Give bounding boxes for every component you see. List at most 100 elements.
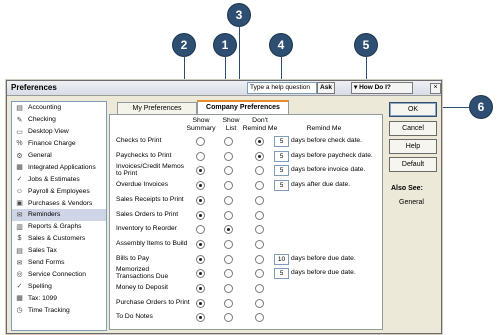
sidebar-item-spelling[interactable]: ✓ Spelling: [12, 280, 106, 292]
reminder-row-label: To Do Notes: [116, 313, 153, 321]
remind-days-input[interactable]: 5: [274, 136, 289, 147]
sidebar-item-label: Checking: [28, 116, 56, 124]
radio-dont-remind[interactable]: [255, 166, 264, 176]
radio-show-list[interactable]: [224, 137, 233, 146]
sidebar-item-label: Finance Charge: [28, 140, 76, 148]
remind-days-input[interactable]: 5: [274, 150, 289, 162]
remind-days-text: days before paycheck date.: [291, 151, 373, 159]
callout-5: 5: [355, 34, 377, 56]
preferences-category-list[interactable]: ▤ Accounting ✎ Checking ▭ Desktop View% Financ…: [11, 101, 107, 331]
radio-dont-remind[interactable]: [255, 298, 264, 308]
radio-show-list[interactable]: [224, 225, 233, 235]
help-question-input[interactable]: Type a help question: [247, 82, 317, 94]
reminder-row-label: Purchase Orders to Print: [116, 298, 190, 306]
remind-days-text: days before check date.: [291, 137, 363, 144]
sidebar-item-label: Reminders: [28, 211, 61, 219]
radio-dont-remind[interactable]: [255, 181, 264, 191]
radio-show-list[interactable]: [224, 298, 233, 308]
sidebar-item-service-connection[interactable]: ◎ Service Connection: [12, 268, 106, 280]
column-show-summary: Show Summary: [186, 117, 216, 132]
reminder-row-label: Invoices/Credit Memos to Print: [116, 163, 185, 178]
radio-dont-remind[interactable]: [255, 195, 264, 205]
radio-show-summary[interactable]: [196, 239, 205, 249]
radio-dont-remind[interactable]: [255, 137, 264, 146]
sidebar-item-label: Tax: 1099: [28, 294, 57, 302]
radio-show-summary[interactable]: [196, 137, 205, 146]
radio-show-list[interactable]: [224, 210, 233, 220]
sidebar-item-general[interactable]: ⚙ General: [12, 150, 106, 162]
tax-1099-icon: ▦: [16, 295, 23, 303]
sidebar-item-reports-graphs[interactable]: ▥ Reports & Graphs: [12, 221, 106, 233]
callout-2: 2: [173, 34, 195, 56]
radio-dont-remind[interactable]: [255, 269, 264, 279]
cancel-button[interactable]: Cancel: [389, 121, 437, 136]
radio-show-summary[interactable]: [196, 269, 205, 279]
remind-days-text: days after due date.: [291, 181, 351, 189]
sidebar-item-label: Sales Tax: [28, 247, 57, 255]
sidebar-item-desktop-view[interactable]: ▭ Desktop View: [12, 126, 106, 138]
remind-days-input[interactable]: 5: [274, 180, 289, 192]
radio-show-summary[interactable]: [196, 195, 205, 205]
radio-show-summary[interactable]: [196, 210, 205, 220]
radio-show-list[interactable]: [224, 239, 233, 249]
radio-show-summary[interactable]: [196, 284, 205, 293]
also-see-general-link[interactable]: General: [399, 199, 424, 206]
general-icon: ⚙: [16, 152, 23, 160]
radio-show-list[interactable]: [224, 151, 233, 161]
sidebar-item-jobs-estimates[interactable]: ✓ Jobs & Estimates: [12, 173, 106, 185]
radio-dont-remind[interactable]: [255, 225, 264, 235]
radio-show-summary[interactable]: [196, 181, 205, 191]
radio-show-list[interactable]: [224, 284, 233, 293]
sidebar-item-finance-charge[interactable]: % Finance Charge: [12, 138, 106, 150]
radio-dont-remind[interactable]: [255, 284, 264, 293]
remind-days-input[interactable]: 5: [274, 268, 289, 280]
sidebar-item-send-forms[interactable]: ✉ Send Forms: [12, 257, 106, 269]
sidebar-item-time-tracking[interactable]: ◷ Time Tracking: [12, 304, 106, 316]
reminders-icon: ✉: [16, 211, 23, 219]
radio-show-summary[interactable]: [196, 254, 205, 264]
radio-show-list[interactable]: [224, 181, 233, 191]
radio-show-summary[interactable]: [196, 298, 205, 308]
radio-show-list[interactable]: [224, 195, 233, 205]
spelling-icon: ✓: [16, 283, 23, 291]
remind-days-input[interactable]: 10: [274, 253, 289, 265]
radio-show-list[interactable]: [224, 254, 233, 264]
radio-show-summary[interactable]: [196, 151, 205, 161]
radio-show-summary[interactable]: [196, 313, 205, 323]
sidebar-item-tax-1099[interactable]: ▦ Tax: 1099: [12, 292, 106, 304]
default-button[interactable]: Default: [389, 157, 437, 172]
radio-show-list[interactable]: [224, 313, 233, 323]
help-button[interactable]: Help: [389, 139, 437, 154]
sidebar-item-checking[interactable]: ✎ Checking: [12, 114, 106, 126]
sidebar-item-payroll-employees[interactable]: ☺ Payroll & Employees: [12, 185, 106, 197]
radio-dont-remind[interactable]: [255, 210, 264, 220]
close-button[interactable]: ×: [430, 83, 441, 94]
sidebar-item-sales-customers[interactable]: $ Sales & Customers: [12, 233, 106, 245]
sidebar-item-accounting[interactable]: ▤ Accounting: [12, 102, 106, 114]
sidebar-item-sales-tax[interactable]: ▤ Sales Tax: [12, 245, 106, 257]
column-remind-me: Remind Me: [306, 125, 342, 132]
sales-tax-icon: ▤: [16, 247, 23, 255]
radio-show-list[interactable]: [224, 166, 233, 176]
radio-show-list[interactable]: [224, 269, 233, 279]
remind-days-input[interactable]: 5: [274, 165, 289, 177]
sidebar-item-integrated-applications[interactable]: ▦ Integrated Applications: [12, 161, 106, 173]
sidebar-item-reminders[interactable]: ✉ Reminders: [12, 209, 106, 221]
ok-button[interactable]: OK: [389, 102, 437, 117]
reminder-row-label: Bills to Pay: [116, 254, 150, 262]
radio-dont-remind[interactable]: [255, 254, 264, 264]
radio-show-summary[interactable]: [196, 166, 205, 176]
radio-dont-remind[interactable]: [255, 239, 264, 249]
how-do-i-button[interactable]: ▾ How Do I?: [351, 82, 413, 94]
reminder-row-label: Inventory to Reorder: [116, 225, 177, 233]
ask-button[interactable]: Ask: [317, 82, 335, 94]
callout-4: 4: [270, 34, 292, 56]
sidebar-item-purchases-vendors[interactable]: ▣ Purchases & Vendors: [12, 197, 106, 209]
radio-show-summary[interactable]: [196, 225, 205, 235]
title-bar: Preferences Type a help question Ask ▾ H…: [7, 81, 441, 96]
remind-days-text: days before due date.: [291, 269, 356, 277]
radio-dont-remind[interactable]: [255, 151, 264, 161]
radio-dont-remind[interactable]: [255, 313, 264, 323]
sidebar-item-label: Spelling: [28, 282, 52, 290]
reminder-row-label: Sales Orders to Print: [116, 210, 179, 218]
